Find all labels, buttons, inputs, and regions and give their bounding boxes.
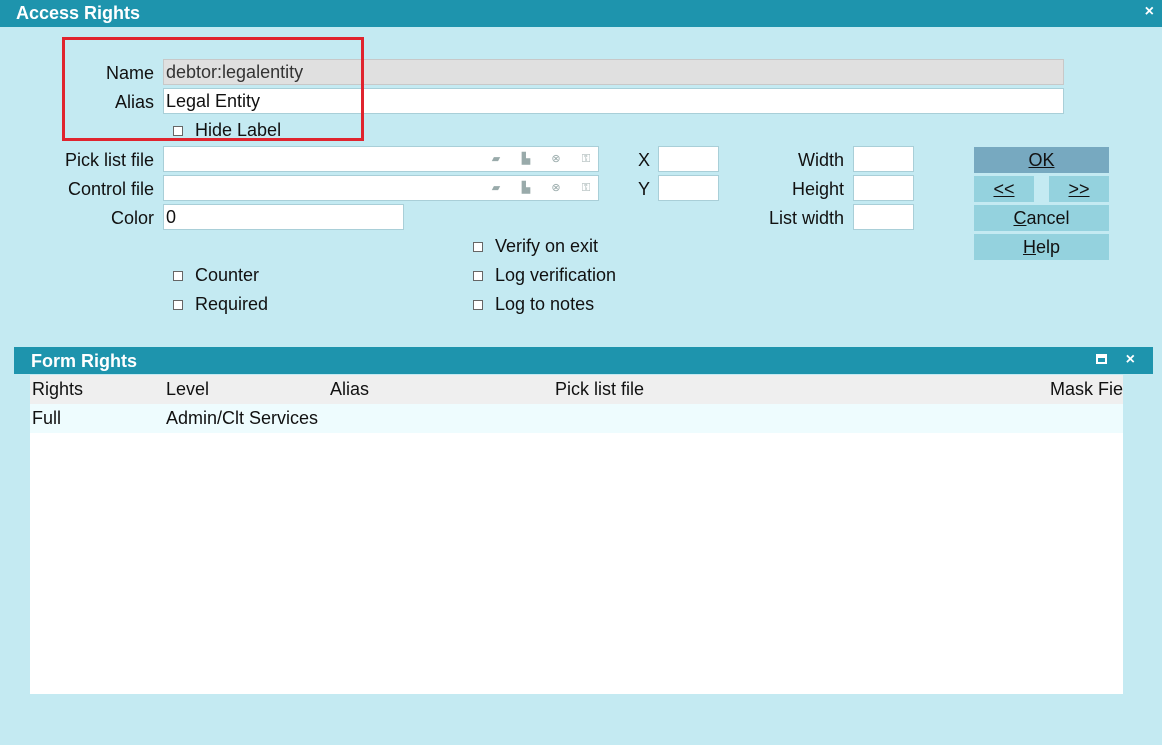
previous-button[interactable]: << <box>974 176 1034 202</box>
next-button[interactable]: >> <box>1049 176 1109 202</box>
checkbox-box[interactable] <box>473 299 483 310</box>
close-icon[interactable]: × <box>1145 3 1154 21</box>
folder-icon[interactable]: ▰ <box>488 180 504 196</box>
log-verification-checkbox[interactable]: Log verification <box>473 265 616 286</box>
required-text: Required <box>195 294 269 314</box>
cancel-button[interactable]: Cancel <box>974 205 1109 231</box>
checkbox-box[interactable] <box>473 241 483 252</box>
hide-label-text: Hide Label <box>195 120 282 140</box>
checkbox-box[interactable] <box>173 270 183 281</box>
name-field <box>163 59 1064 85</box>
grid-header: Rights Level Alias Pick list file Mask F… <box>30 375 1123 404</box>
window-titlebar: Access Rights × <box>0 0 1162 27</box>
lookup-icon[interactable]: ⚿ <box>578 151 594 167</box>
alias-field[interactable] <box>163 88 1064 114</box>
column-header-picklist[interactable]: Pick list file <box>555 379 644 400</box>
width-label: Width <box>797 150 844 170</box>
verify-on-exit-checkbox[interactable]: Verify on exit <box>473 236 598 257</box>
column-header-level[interactable]: Level <box>166 379 209 400</box>
form-rights-grid: Rights Level Alias Pick list file Mask F… <box>30 375 1123 694</box>
color-label: Color <box>110 208 154 228</box>
list-width-field[interactable] <box>853 204 914 230</box>
counter-checkbox[interactable]: Counter <box>173 265 259 286</box>
form-rights-title: Form Rights <box>31 351 137 371</box>
verify-on-exit-text: Verify on exit <box>495 236 599 256</box>
next-button-label: >> <box>1068 179 1090 199</box>
x-label: X <box>637 150 650 170</box>
log-verification-text: Log verification <box>495 265 617 285</box>
cell-level: Admin/Clt Services <box>166 408 319 428</box>
list-width-label: List width <box>768 208 844 228</box>
column-header-mask[interactable]: Mask Fie <box>1050 379 1123 400</box>
maximize-icon[interactable] <box>1096 354 1107 364</box>
control-label: Control file <box>67 179 154 199</box>
clear-icon[interactable]: ⊗ <box>548 151 564 167</box>
checkbox-box[interactable] <box>173 299 183 310</box>
picklist-field[interactable]: ▰ ▙ ⊗ ⚿ <box>163 146 599 172</box>
cell-rights: Full <box>32 408 62 428</box>
clear-icon[interactable]: ⊗ <box>548 180 564 196</box>
alias-label: Alias <box>114 92 154 112</box>
cancel-button-accesskey: C <box>1013 208 1027 228</box>
column-header-rights[interactable]: Rights <box>32 379 83 400</box>
column-header-alias[interactable]: Alias <box>330 379 369 400</box>
printer-icon[interactable]: ▙ <box>518 180 534 196</box>
log-to-notes-checkbox[interactable]: Log to notes <box>473 294 594 315</box>
y-label: Y <box>637 179 650 199</box>
checkbox-box[interactable] <box>473 270 483 281</box>
previous-button-label: << <box>993 179 1015 199</box>
folder-icon[interactable]: ▰ <box>488 151 504 167</box>
form-rights-titlebar: Form Rights × <box>14 347 1153 374</box>
checkbox-box[interactable] <box>173 125 183 136</box>
help-button[interactable]: Help <box>974 234 1109 260</box>
table-row[interactable]: Full Admin/Clt Services <box>30 404 1123 433</box>
counter-text: Counter <box>195 265 260 285</box>
width-field[interactable] <box>853 146 914 172</box>
height-label: Height <box>791 179 844 199</box>
help-button-accesskey: H <box>1022 237 1036 257</box>
help-button-label: elp <box>1035 237 1061 257</box>
height-field[interactable] <box>853 175 914 201</box>
hide-label-checkbox[interactable]: Hide Label <box>173 120 281 141</box>
y-field[interactable] <box>658 175 719 201</box>
window-title: Access Rights <box>16 3 141 23</box>
cancel-button-label: ancel <box>1026 208 1070 228</box>
ok-button[interactable]: OK <box>974 147 1109 173</box>
picklist-label: Pick list file <box>64 150 154 170</box>
required-checkbox[interactable]: Required <box>173 294 268 315</box>
lookup-icon[interactable]: ⚿ <box>578 180 594 196</box>
color-field[interactable] <box>163 204 404 230</box>
name-label: Name <box>105 63 154 83</box>
close-icon[interactable]: × <box>1126 351 1135 369</box>
x-field[interactable] <box>658 146 719 172</box>
control-field[interactable]: ▰ ▙ ⊗ ⚿ <box>163 175 599 201</box>
printer-icon[interactable]: ▙ <box>518 151 534 167</box>
ok-button-label: OK <box>1028 150 1055 170</box>
log-to-notes-text: Log to notes <box>495 294 595 314</box>
